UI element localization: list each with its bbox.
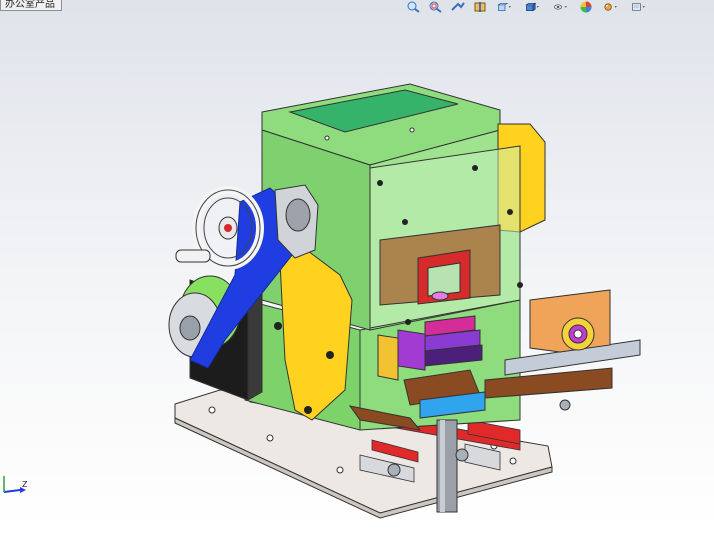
- section-view-icon: [474, 2, 486, 12]
- edit-appearance-icon: [580, 1, 592, 13]
- apply-scene-icon: [604, 3, 617, 11]
- view-orientation-icon: [497, 3, 511, 11]
- hide-show-items-button[interactable]: [548, 1, 574, 14]
- zoom-to-fit-icon: [407, 1, 420, 13]
- document-tab-label: 办公室产品: [5, 0, 55, 10]
- reference-triad: [3, 476, 26, 493]
- display-style-icon: [525, 2, 539, 12]
- section-view-button[interactable]: [470, 1, 490, 14]
- orange-bracket: [529, 289, 611, 353]
- hide-show-items-icon: [554, 4, 567, 10]
- view-settings-button[interactable]: [626, 1, 652, 14]
- triad-axis-label: Z: [22, 480, 28, 489]
- previous-view-button[interactable]: [448, 1, 468, 14]
- edit-appearance-button[interactable]: [576, 1, 596, 14]
- front-window: [369, 145, 523, 329]
- apply-scene-button[interactable]: [598, 1, 624, 14]
- graphics-area[interactable]: [0, 14, 714, 533]
- vertical-shaft: [436, 419, 458, 513]
- document-tab[interactable]: 办公室产品: [0, 0, 62, 11]
- heads-up-view-toolbar: [404, 0, 652, 14]
- zoom-to-area-button[interactable]: [426, 1, 446, 14]
- view-settings-icon: [632, 3, 645, 11]
- zoom-to-fit-button[interactable]: [404, 1, 424, 14]
- zoom-to-area-icon: [429, 1, 442, 13]
- previous-view-icon: [451, 2, 465, 11]
- view-orientation-button[interactable]: [492, 1, 518, 14]
- display-style-button[interactable]: [520, 1, 546, 14]
